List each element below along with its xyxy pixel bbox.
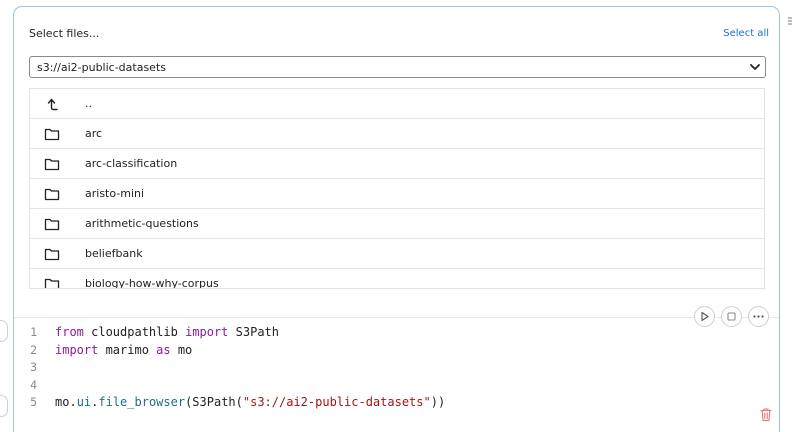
parent-directory-row[interactable]: .. <box>30 89 764 119</box>
folder-row[interactable]: aristo-mini <box>30 179 764 209</box>
file-list: .. arc arc-classification aristo-mini arithm… <box>29 88 765 289</box>
file-name: aristo-mini <box>85 187 145 200</box>
file-name: beliefbank <box>85 247 143 260</box>
code-token: . <box>69 395 77 409</box>
code-line: 2 import marimo as mo <box>14 343 779 361</box>
line-number: 2 <box>30 342 37 357</box>
code-text: from cloudpathlib import S3Path <box>55 325 279 339</box>
folder-row[interactable]: biology-how-why-corpus <box>30 269 764 289</box>
code-token: S3Path <box>228 325 279 339</box>
cell-divider <box>14 317 779 318</box>
left-run-handle-bottom[interactable] <box>0 395 8 417</box>
select-all-link[interactable]: Select all <box>723 28 769 39</box>
code-token: mo <box>55 395 70 409</box>
code-token: "s3://ai2-public-datasets" <box>242 395 431 409</box>
code-text: import marimo as mo <box>55 343 192 357</box>
file-browser-header: Select files... Select all <box>29 27 769 43</box>
code-token: file_browser <box>98 395 186 409</box>
code-token: as <box>156 342 171 357</box>
folder-icon <box>44 126 60 141</box>
code-editor[interactable]: 1 from cloudpathlib import S3Path 2 import … <box>14 325 779 413</box>
delete-cell-icon[interactable] <box>759 407 773 422</box>
code-line: 4 <box>14 378 779 396</box>
code-token: marimo <box>98 342 157 357</box>
code-token: ui <box>76 395 92 409</box>
path-select-value: s3://ai2-public-datasets <box>37 61 166 74</box>
folder-icon <box>44 246 60 261</box>
notebook-cell: Select files... Select all s3://ai2-publ… <box>13 6 780 432</box>
folder-row[interactable]: beliefbank <box>30 239 764 269</box>
file-name: arc <box>85 127 103 140</box>
play-icon <box>701 311 709 322</box>
more-horizontal-icon <box>753 315 764 318</box>
run-button[interactable] <box>694 306 715 327</box>
folder-row[interactable]: arc-classification <box>30 149 764 179</box>
code-token: (S3Path( <box>185 395 243 409</box>
code-token: )) <box>430 395 446 409</box>
stop-button[interactable] <box>721 306 742 327</box>
code-token: import <box>55 342 99 357</box>
folder-icon <box>44 276 60 288</box>
line-number: 5 <box>30 395 37 409</box>
code-text: mo.ui.file_browser(S3Path("s3://ai2-publ… <box>55 395 445 409</box>
folder-icon <box>44 216 60 231</box>
file-name: .. <box>85 97 92 110</box>
folder-icon <box>44 186 60 201</box>
code-line: 1 from cloudpathlib import S3Path <box>14 325 779 343</box>
folder-row[interactable]: arithmetic-questions <box>30 209 764 239</box>
drag-handle-icon[interactable] <box>787 16 793 30</box>
code-line: 5 mo.ui.file_browser(S3Path("s3://ai2-pub… <box>14 395 779 413</box>
chevron-down-icon <box>750 64 760 70</box>
line-number: 3 <box>30 360 37 374</box>
file-name: arithmetic-questions <box>85 217 199 230</box>
arrow-up-icon <box>44 96 60 111</box>
file-name: arc-classification <box>85 157 178 170</box>
code-token: from <box>55 325 84 339</box>
folder-row[interactable]: arc <box>30 119 764 149</box>
select-files-label: Select files... <box>29 27 100 40</box>
folder-icon <box>44 156 60 171</box>
left-run-handle-top[interactable] <box>0 320 8 342</box>
code-token: cloudpathlib <box>83 325 186 339</box>
code-token: import <box>185 325 229 339</box>
code-token: mo <box>170 342 193 357</box>
path-select[interactable]: s3://ai2-public-datasets <box>29 56 766 78</box>
line-number: 4 <box>30 377 37 392</box>
more-button[interactable] <box>748 306 769 327</box>
code-line: 3 <box>14 360 779 378</box>
stop-icon <box>727 312 736 321</box>
file-name: biology-how-why-corpus <box>85 277 219 289</box>
line-number: 1 <box>30 325 37 339</box>
